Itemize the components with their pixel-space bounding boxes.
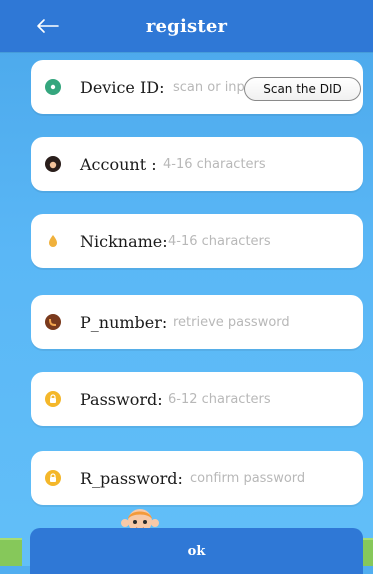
password-label: Password: (80, 389, 163, 409)
confirm-password-label: R_password: (80, 468, 183, 488)
top-bar: register (0, 0, 373, 52)
account-input[interactable] (161, 147, 355, 181)
password-row: Password: (31, 372, 363, 426)
nickname-row: Nickname: (31, 214, 363, 268)
device-id-row: Device ID: Scan the DID (31, 60, 363, 114)
lock-icon (45, 391, 61, 407)
location-pin-icon (45, 79, 61, 95)
confirm-password-row: R_password: (31, 451, 363, 505)
confirm-password-input[interactable] (188, 461, 362, 495)
phone-icon (45, 314, 61, 330)
scan-did-button[interactable]: Scan the DID (244, 77, 361, 101)
account-label: Account : (80, 154, 157, 174)
back-button[interactable] (30, 12, 64, 40)
password-input[interactable] (166, 382, 355, 416)
person-avatar-icon (45, 156, 61, 172)
p-number-row: P_number: (31, 295, 363, 349)
nickname-label: Nickname: (80, 231, 168, 251)
account-row: Account : (31, 137, 363, 191)
grass-decoration (0, 538, 22, 566)
back-arrow-icon (37, 19, 59, 33)
nickname-input[interactable] (166, 224, 355, 258)
page-title: register (145, 15, 228, 37)
ok-button[interactable]: ok (30, 528, 363, 574)
p-number-input[interactable] (171, 305, 360, 339)
drop-icon (45, 233, 61, 249)
p-number-label: P_number: (80, 312, 168, 332)
device-id-label: Device ID: (80, 77, 165, 97)
lock-icon (45, 470, 61, 486)
